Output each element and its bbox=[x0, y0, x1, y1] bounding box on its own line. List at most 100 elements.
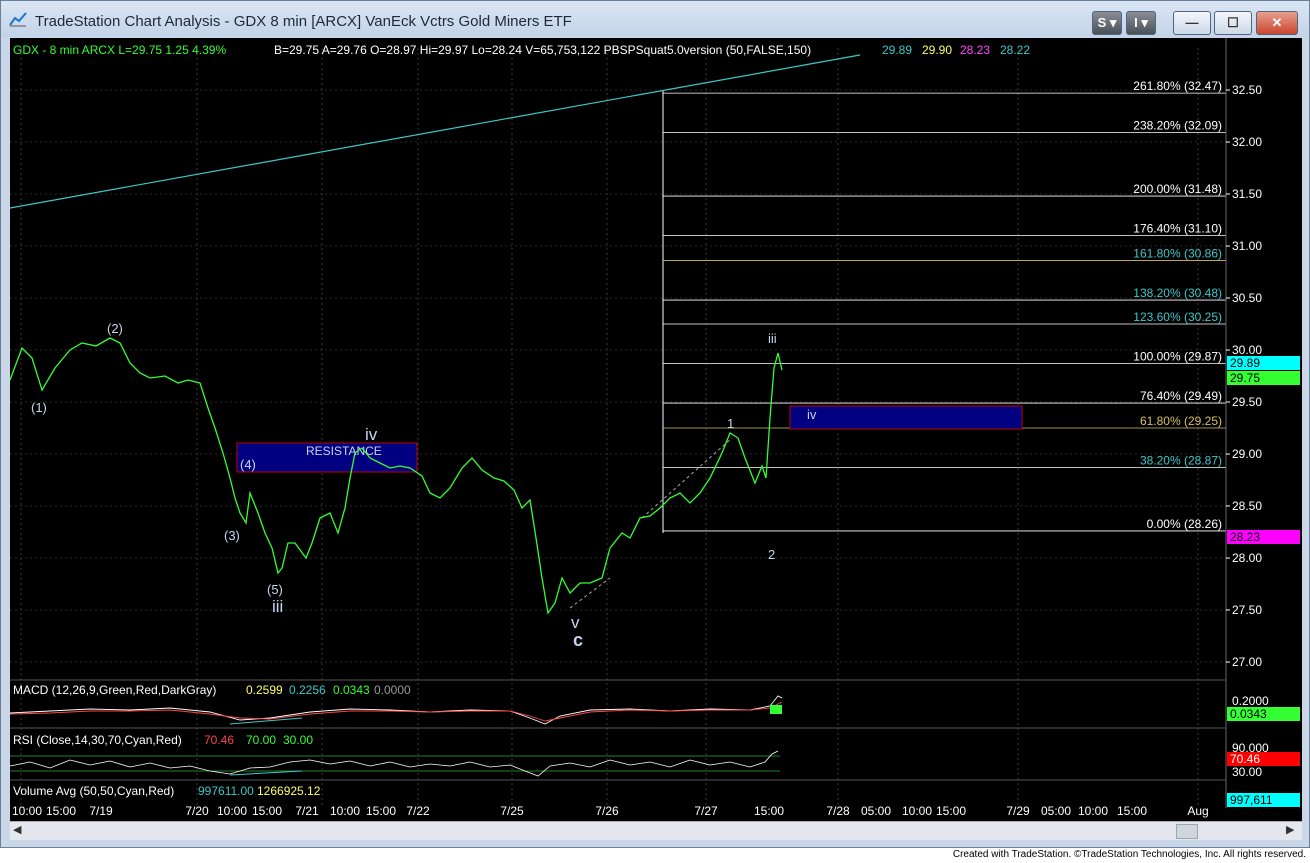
footer-credit: Created with TradeStation. ©TradeStation… bbox=[952, 849, 1306, 860]
indicator-value-1: 29.89 bbox=[882, 43, 912, 57]
price-series[interactable] bbox=[9, 337, 783, 615]
macd-value-3: 0.0343 bbox=[333, 683, 370, 697]
wave-label-2: (2) bbox=[107, 321, 123, 336]
price-tick-label: 27.50 bbox=[1232, 603, 1262, 617]
indicator-value-4: 28.22 bbox=[1000, 43, 1030, 57]
wave-label-iv-minor: iv bbox=[807, 407, 817, 422]
price-tick-label: 28.00 bbox=[1232, 551, 1262, 565]
time-tick-label: 7/20 bbox=[185, 804, 209, 818]
rsi-axis-30: 30.00 bbox=[1232, 765, 1262, 779]
macd-axis-top: 0.2000 bbox=[1232, 694, 1269, 708]
time-tick-label: 10:00 bbox=[902, 804, 932, 818]
window-title: TradeStation Chart Analysis - GDX 8 min … bbox=[35, 13, 572, 30]
time-tick-label: 7/26 bbox=[595, 804, 619, 818]
rsi-value-1: 70.46 bbox=[204, 733, 234, 747]
minimize-button[interactable]: — bbox=[1173, 11, 1211, 35]
i-menu-button[interactable]: I ▾ bbox=[1126, 11, 1156, 35]
time-tick-label: 15:00 bbox=[1117, 804, 1147, 818]
fib-level-label: 100.00% (29.87) bbox=[1133, 350, 1222, 364]
title-bar[interactable]: TradeStation Chart Analysis - GDX 8 min … bbox=[1, 1, 1309, 37]
wave-label-4: (4) bbox=[240, 457, 256, 472]
time-tick-label: 7/19 bbox=[89, 804, 113, 818]
chevron-down-icon: ▾ bbox=[1106, 15, 1117, 30]
rsi-uptrend-line bbox=[229, 770, 303, 776]
rsi-value-2: 70.00 bbox=[246, 733, 276, 747]
scroll-right-arrow-icon[interactable]: ▶ bbox=[1286, 823, 1294, 836]
s-menu-button[interactable]: S ▾ bbox=[1092, 11, 1122, 35]
fib-level-label: 161.80% (30.86) bbox=[1133, 247, 1222, 261]
volume-axis-value: 997,611 bbox=[1230, 793, 1273, 807]
fib-level-label: 38.20% (28.87) bbox=[1140, 454, 1222, 468]
time-axis[interactable]: 10:00 15:00 7/19 7/20 10:00 15:00 7/21 10:00 15:… bbox=[12, 804, 1209, 818]
wave-label-iii-minor: iii bbox=[768, 331, 777, 346]
horizontal-gridlines bbox=[10, 89, 1226, 663]
fib-level-label: 200.00% (31.48) bbox=[1133, 182, 1222, 196]
wave-iv-target-box[interactable] bbox=[789, 405, 1023, 430]
time-tick-label: 15:00 bbox=[366, 804, 396, 818]
chart-canvas[interactable]: 261.80% (32.47) 238.20% (32.09) 200.00% (3… bbox=[9, 38, 1302, 821]
fib-level-label: 238.20% (32.09) bbox=[1133, 119, 1222, 133]
wave-label-3: (3) bbox=[224, 528, 240, 543]
price-tick-label: 31.50 bbox=[1232, 187, 1262, 201]
indicator-value-3: 28.23 bbox=[960, 43, 990, 57]
macd-signal-line bbox=[9, 701, 783, 722]
last-magenta-value: 28.23 bbox=[1230, 530, 1260, 544]
fib-level-label: 76.40% (29.49) bbox=[1140, 389, 1222, 403]
wave-label-c: c bbox=[573, 630, 583, 650]
close-icon: ✕ bbox=[1271, 15, 1283, 30]
time-tick-label: 7/25 bbox=[500, 804, 524, 818]
time-tick-label: 7/22 bbox=[406, 804, 430, 818]
horizontal-scrollbar[interactable]: ◀ ▶ bbox=[10, 821, 1302, 840]
macd-axis-value: 0.0343 bbox=[1230, 707, 1267, 721]
time-tick-label: 7/28 bbox=[826, 804, 850, 818]
time-tick-label: 15:00 bbox=[252, 804, 282, 818]
minimize-icon: — bbox=[1185, 15, 1199, 30]
macd-value-1: 0.2599 bbox=[246, 683, 283, 697]
wave-label-1-minor: 1 bbox=[727, 416, 734, 431]
s-label: S bbox=[1097, 15, 1107, 30]
scroll-thumb[interactable] bbox=[1176, 824, 1198, 839]
time-tick-label: 10:00 bbox=[12, 804, 42, 818]
price-tick-label: 32.50 bbox=[1232, 83, 1262, 97]
fib-level-label: 261.80% (32.47) bbox=[1133, 79, 1222, 93]
close-button[interactable]: ✕ bbox=[1256, 11, 1298, 35]
volume-value-2: 1266925.12 bbox=[257, 784, 321, 798]
rsi-label: RSI (Close,14,30,70,Cyan,Red) bbox=[13, 733, 182, 747]
rsi-value-3: 30.00 bbox=[283, 733, 313, 747]
time-tick-label: 7/29 bbox=[1006, 804, 1030, 818]
time-tick-label: Aug bbox=[1187, 804, 1208, 818]
fib-level-label: 61.80% (29.25) bbox=[1140, 414, 1222, 428]
trendline[interactable] bbox=[9, 54, 861, 209]
fib-level-label: 176.40% (31.10) bbox=[1133, 222, 1222, 236]
volume-label: Volume Avg (50,50,Cyan,Red) bbox=[13, 784, 174, 798]
chevron-down-icon: ▾ bbox=[1137, 15, 1148, 30]
time-tick-label: 15:00 bbox=[936, 804, 966, 818]
time-tick-label: 15:00 bbox=[754, 804, 784, 818]
app-window: TradeStation Chart Analysis - GDX 8 min … bbox=[0, 0, 1310, 848]
macd-label: MACD (12,26,9,Green,Red,DarkGray) bbox=[13, 683, 216, 697]
time-tick-label: 05:00 bbox=[1041, 804, 1071, 818]
chart-area[interactable]: 261.80% (32.47) 238.20% (32.09) 200.00% (3… bbox=[9, 38, 1302, 821]
wave-label-2-minor: 2 bbox=[768, 547, 775, 562]
wave-label-1: (1) bbox=[31, 400, 47, 415]
price-tick-label: 29.00 bbox=[1232, 447, 1262, 461]
maximize-icon: ☐ bbox=[1227, 15, 1239, 30]
price-tick-label: 27.00 bbox=[1232, 655, 1262, 669]
macd-line bbox=[9, 695, 783, 725]
time-tick-label: 10:00 bbox=[1078, 804, 1108, 818]
wave-label-iii-major: iii bbox=[272, 597, 283, 616]
time-tick-label: 15:00 bbox=[46, 804, 76, 818]
fib-level-label: 138.20% (30.48) bbox=[1133, 286, 1222, 300]
wave-label-5: (5) bbox=[267, 582, 283, 597]
last-cyan-value: 29.89 bbox=[1230, 356, 1260, 370]
maximize-button[interactable]: ☐ bbox=[1214, 11, 1252, 35]
macd-value-4: 0.0000 bbox=[374, 683, 411, 697]
time-tick-label: 05:00 bbox=[861, 804, 891, 818]
rsi-axis-value: 70.46 bbox=[1230, 752, 1260, 766]
macd-histogram bbox=[770, 705, 782, 714]
scroll-left-arrow-icon[interactable]: ◀ bbox=[13, 823, 21, 836]
fib-level-label: 0.00% (28.26) bbox=[1147, 517, 1222, 531]
time-tick-label: 10:00 bbox=[217, 804, 247, 818]
chart-app-icon bbox=[9, 12, 27, 27]
price-tick-label: 30.50 bbox=[1232, 291, 1262, 305]
